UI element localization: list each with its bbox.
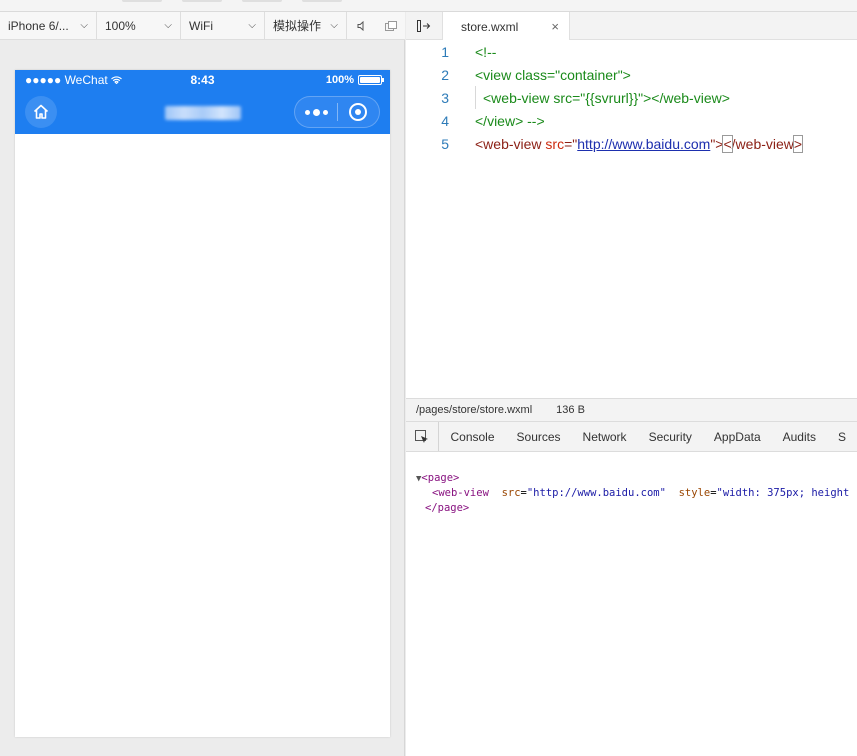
code-text: <web-view src="http://www.baidu.com"></w… [475, 134, 804, 153]
tab-sources[interactable]: Sources [506, 422, 572, 451]
code-line: 3 <web-view src="{{svrurl}}"></web-view> [406, 86, 857, 109]
inspect-icon [415, 429, 429, 443]
zoom-select-label: 100% [105, 18, 136, 33]
volume-icon[interactable] [347, 12, 376, 40]
capsule-close-icon [349, 103, 368, 121]
code-line: 5 <web-view src="http://www.baidu.com"><… [406, 132, 857, 155]
device-select[interactable]: iPhone 6/... ⌵ [0, 11, 97, 40]
chevron-down-icon: ⌵ [80, 20, 88, 31]
code-punct: "> [710, 135, 724, 152]
dom-attr-name: style [678, 487, 711, 499]
navigation-bar [15, 90, 390, 134]
bracket-match: < [722, 134, 733, 153]
more-dots-icon [304, 109, 310, 115]
sidebar-toggle-icon [417, 20, 431, 32]
more-dots-icon [312, 108, 320, 116]
tab-filename: store.wxml [461, 19, 519, 34]
tab-security[interactable]: Security [638, 422, 703, 451]
code-line: 2 <view class="container"> [406, 63, 857, 86]
battery-fill [360, 77, 380, 83]
tab-overflow[interactable]: S [827, 422, 857, 451]
operation-select[interactable]: 模拟操作 ⌵ [265, 11, 347, 40]
chevron-down-icon: ⌵ [164, 20, 172, 31]
devtools-tab-bar: Console Sources Network Security AppData… [406, 422, 857, 452]
dom-attr-name: src [501, 487, 521, 499]
menu-ghost [122, 0, 162, 2]
more-button[interactable] [295, 108, 337, 116]
dom-node-page[interactable]: ▼<page> [416, 472, 459, 484]
line-number: 2 [441, 66, 449, 83]
code-text: <view class="container"> [475, 66, 631, 83]
detach-window-icon[interactable] [376, 12, 405, 40]
phone-screen: ●●●●● WeChat 8:43 100% [15, 70, 390, 737]
code-text: <web-view src="{{svrurl}}"></web-view> [483, 89, 730, 106]
close-icon[interactable]: × [551, 19, 559, 34]
editor-pane: store.wxml × 1 <!-- 2 <view class="conta… [406, 12, 857, 756]
network-select-label: WiFi [189, 18, 213, 33]
operation-select-label: 模拟操作 [273, 19, 322, 33]
code-text: </view> --> [475, 112, 545, 129]
menu-ghost [302, 0, 342, 2]
line-number: 1 [441, 43, 449, 60]
dom-attr-value: "width: 375px; height [716, 487, 850, 499]
code-tag: /web-view [731, 135, 794, 152]
chevron-down-icon: ⌵ [330, 20, 338, 31]
dom-tree[interactable]: ▼<page> <web-view src="http://www.baidu.… [406, 453, 857, 756]
code-attr: src [545, 135, 565, 152]
battery: 100% [325, 74, 384, 86]
file-size: 136 B [556, 404, 585, 416]
home-icon [33, 104, 49, 119]
chevron-down-icon: ⌵ [248, 20, 256, 31]
tab-appdata[interactable]: AppData [703, 422, 772, 451]
more-dots-icon [322, 109, 328, 115]
simulator-pane: iPhone 6/... ⌵ 100% ⌵ WiFi ⌵ 模拟操作 ⌵ ●●●●… [0, 11, 405, 756]
dom-tag: <page> [421, 472, 460, 484]
code-editor[interactable]: 1 <!-- 2 <view class="container"> 3 <web… [406, 40, 857, 398]
tab-audits[interactable]: Audits [772, 422, 827, 451]
status-bar: ●●●●● WeChat 8:43 100% [15, 70, 390, 90]
inspect-button[interactable] [406, 422, 440, 451]
code-tag: <web-view [475, 135, 542, 152]
code-line: 1 <!-- [406, 40, 857, 63]
dom-attr-value: "http://www.baidu.com" [526, 487, 666, 499]
home-button[interactable] [25, 96, 57, 128]
file-path: /pages/store/store.wxml [416, 404, 533, 416]
dom-node-web-view[interactable]: <web-view src="http://www.baidu.com" sty… [432, 487, 849, 499]
battery-icon [358, 75, 384, 85]
file-status-bar: /pages/store/store.wxml 136 B [406, 398, 857, 422]
code-string: http://www.baidu.com [577, 135, 711, 152]
menu-ghost [242, 0, 282, 2]
tab-network[interactable]: Network [572, 422, 638, 451]
dom-tag: </page> [425, 502, 470, 514]
menu-ghost [182, 0, 222, 2]
device-select-label: iPhone 6/... [8, 18, 69, 33]
editor-tab-bar: store.wxml × [406, 12, 857, 41]
dom-tag: <web-view [432, 487, 489, 499]
bracket-match: > [792, 134, 804, 153]
tab-store-wxml[interactable]: store.wxml × [442, 12, 570, 41]
line-number: 3 [441, 89, 449, 106]
zoom-select[interactable]: 100% ⌵ [97, 11, 181, 40]
page-title-blurred [165, 106, 241, 120]
line-number: 5 [441, 135, 449, 152]
battery-level: 100% [325, 74, 354, 86]
menu-strip [0, 0, 857, 12]
network-select[interactable]: WiFi ⌵ [181, 11, 265, 40]
tab-console[interactable]: Console [439, 422, 505, 451]
code-punct: =" [564, 135, 578, 152]
capsule-close-button[interactable] [338, 103, 379, 121]
line-number: 4 [441, 112, 449, 129]
simulator-toolbar: iPhone 6/... ⌵ 100% ⌵ WiFi ⌵ 模拟操作 ⌵ [0, 11, 405, 40]
code-line: 4 </view> --> [406, 109, 857, 132]
toggle-tree-button[interactable] [406, 12, 442, 40]
dom-node-page-close[interactable]: </page> [425, 502, 469, 514]
code-text: <!-- [475, 43, 497, 60]
capsule-menu [294, 96, 380, 128]
